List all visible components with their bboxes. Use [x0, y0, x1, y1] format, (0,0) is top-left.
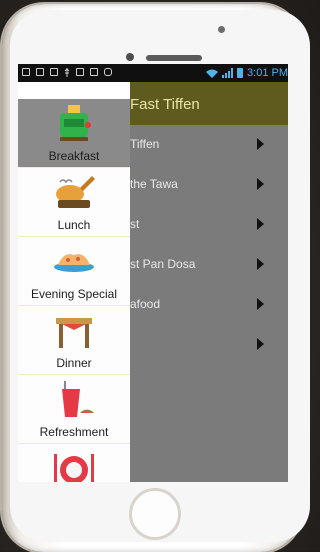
chevron-right-icon	[257, 138, 264, 150]
category-more[interactable]	[18, 444, 130, 482]
chevron-right-icon	[257, 178, 264, 190]
status-time: 3:01 PM	[247, 67, 288, 79]
wifi-icon	[206, 69, 219, 78]
usb-icon	[64, 68, 70, 77]
front-sensor	[218, 26, 225, 33]
category-label: Lunch	[57, 218, 91, 232]
chevron-right-icon	[257, 338, 264, 350]
plate-cutlery-icon	[54, 454, 94, 482]
list-item-label: afood	[130, 297, 161, 311]
category-breakfast[interactable]: Breakfast	[18, 99, 130, 168]
chevron-right-icon	[257, 298, 264, 310]
front-camera	[126, 53, 134, 61]
message-icon	[36, 68, 44, 76]
list-item-label: st Pan Dosa	[130, 257, 196, 271]
battery-icon	[237, 68, 244, 78]
mail-icon	[50, 68, 58, 76]
list-item-label: Tiffen	[130, 137, 160, 151]
category-label: Dinner	[56, 356, 92, 370]
gamepad-icon	[104, 68, 112, 76]
category-lunch[interactable]: Lunch	[18, 168, 130, 237]
list-item-label: st	[130, 217, 140, 231]
earpiece-speaker	[146, 55, 202, 61]
category-label: Refreshment	[39, 425, 109, 439]
category-dinner[interactable]: Dinner	[18, 306, 130, 375]
list-item[interactable]: Tiffen	[130, 125, 288, 165]
list-item[interactable]	[130, 325, 288, 365]
navigation-drawer: Breakfast Lunch Evening Special Dinner R…	[18, 82, 130, 482]
category-refreshment[interactable]: Refreshment	[18, 375, 130, 444]
photo-icon	[90, 68, 98, 76]
home-button[interactable]	[129, 488, 181, 540]
chevron-right-icon	[257, 258, 264, 270]
category-evening-special[interactable]: Evening Special	[18, 237, 130, 306]
status-bar: 3:01 PM	[18, 64, 288, 82]
category-label: Breakfast	[48, 149, 100, 163]
list-item-label: the Tawa	[130, 177, 178, 191]
list-item[interactable]: afood	[130, 285, 288, 325]
drawer-header	[18, 82, 130, 99]
page-title: Fast Tiffen	[130, 96, 200, 113]
status-indicators: 3:01 PM	[206, 66, 288, 80]
dining-table-icon	[56, 318, 92, 348]
roast-chicken-icon	[56, 176, 95, 208]
signal-icon	[222, 68, 234, 78]
toaster-icon	[60, 105, 91, 141]
gallery-icon	[22, 68, 30, 76]
snack-plate-icon	[54, 254, 94, 272]
chevron-right-icon	[257, 218, 264, 230]
juice-icon	[62, 381, 94, 417]
list-item[interactable]: st Pan Dosa	[130, 245, 288, 285]
briefcase-icon	[76, 68, 84, 76]
screen: 3:01 PM Fast Tiffen Tiffen the Tawa st s…	[18, 64, 288, 482]
list-item[interactable]: the Tawa	[130, 165, 288, 205]
list-item[interactable]: st	[130, 205, 288, 245]
category-label: Evening Special	[30, 287, 118, 301]
